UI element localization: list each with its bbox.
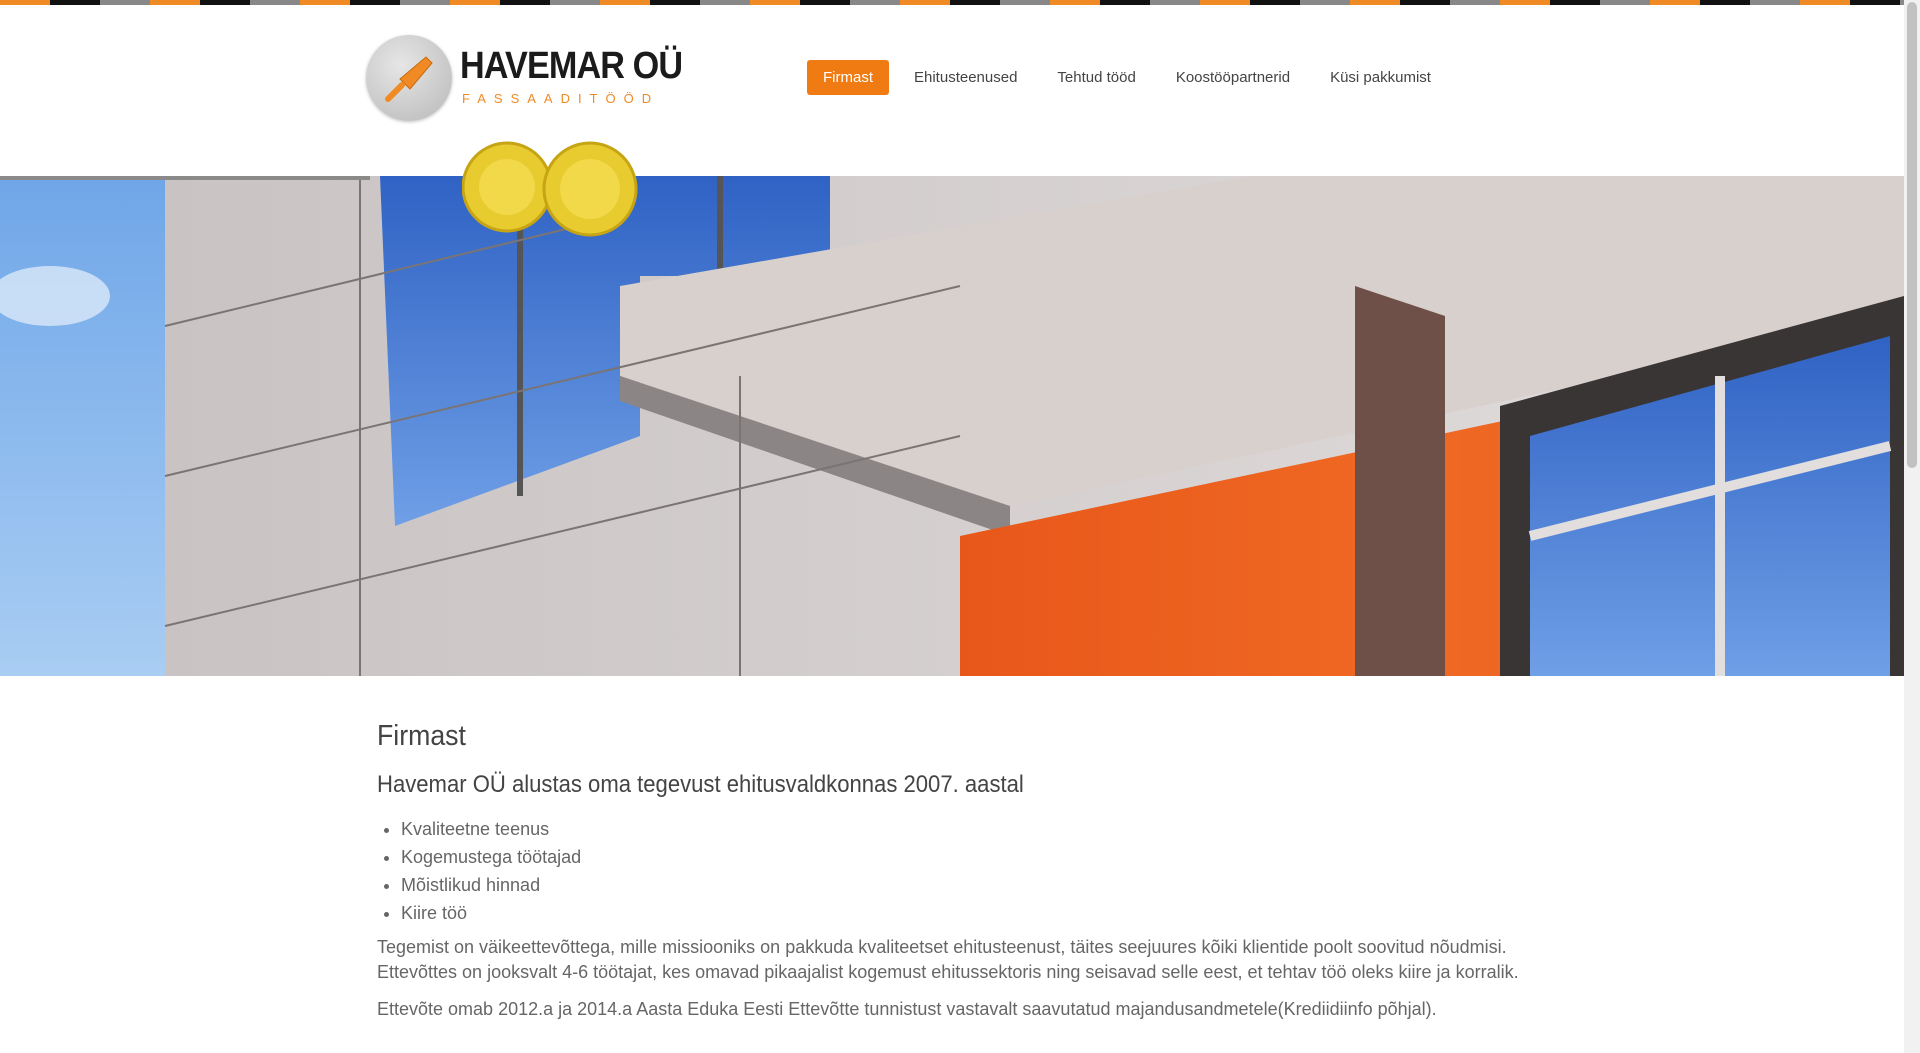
page-title: Firmast — [377, 720, 466, 752]
nav-item-tehtud-tood[interactable]: Tehtud tööd — [1037, 60, 1155, 95]
feature-list: Kvaliteetne teenus Kogemustega töötajad … — [377, 815, 1527, 927]
list-item: Mõistlikud hinnad — [401, 871, 1527, 899]
trowel-icon — [366, 35, 452, 121]
award-seals — [461, 135, 652, 240]
main-content: Firmast Havemar OÜ alustas oma tegevust … — [377, 720, 1527, 1022]
award-paragraph: Ettevõte omab 2012.a ja 2014.a Aasta Edu… — [377, 999, 1437, 1019]
main-nav: Firmast Ehitusteenused Tehtud tööd Koost… — [807, 60, 1451, 95]
scrollbar[interactable] — [1904, 0, 1920, 1053]
intro-paragraph: Tegemist on väikeettevõttega, mille miss… — [377, 935, 1527, 985]
brand-name: HAVEMAR OÜ — [460, 45, 683, 87]
hero-image — [0, 176, 1904, 676]
list-item: Kvaliteetne teenus — [401, 815, 1527, 843]
nav-item-koostoopartnerid[interactable]: Koostööpartnerid — [1156, 60, 1310, 95]
nav-item-firmast[interactable]: Firmast — [807, 60, 889, 95]
intro-paragraph-line1: Tegemist on väikeettevõttega, mille miss… — [377, 937, 1507, 957]
list-item: Kogemustega töötajad — [401, 843, 1527, 871]
brand-tagline: FASSAADITÖÖD — [462, 91, 660, 106]
site-header: HAVEMAR OÜ FASSAADITÖÖD Firmast Ehituste… — [0, 5, 1900, 175]
page-subtitle: Havemar OÜ alustas oma tegevust ehitusva… — [377, 771, 1024, 798]
scrollbar-thumb[interactable] — [1907, 2, 1917, 468]
intro-paragraph-line2: Ettevõttes on jooksvalt 4-6 töötajat, ke… — [377, 962, 1519, 982]
list-item: Kiire töö — [401, 899, 1527, 927]
nav-item-ehitusteenused[interactable]: Ehitusteenused — [894, 60, 1037, 95]
nav-item-kusi-pakkumist[interactable]: Küsi pakkumist — [1310, 60, 1451, 95]
logo[interactable]: HAVEMAR OÜ FASSAADITÖÖD — [366, 35, 683, 127]
